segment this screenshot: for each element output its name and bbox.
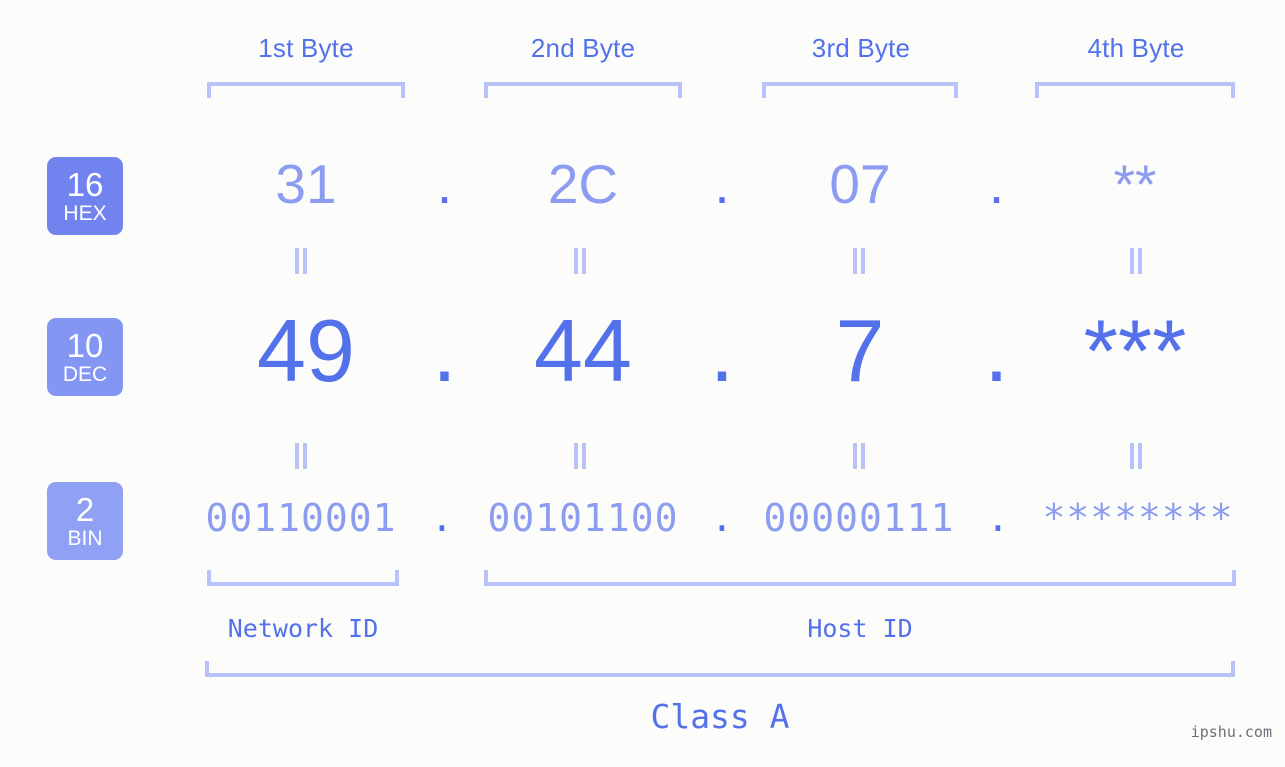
equals-mark-dec-bin-3 [851,443,867,469]
hex-byte-3: 07 [829,153,891,215]
bin-separator-1: . [430,496,454,540]
badge-bin-number: 2 [75,491,95,528]
equals-mark-dec-bin-4 [1128,443,1144,469]
byte-header-4: 4th Byte [1087,33,1185,63]
class-label: Class A [650,697,790,736]
bin-separator-2: . [710,496,734,540]
dec-byte-2: 44 [534,301,632,400]
byte-bracket-top-3 [762,82,958,98]
class-bracket [205,661,1235,677]
hex-byte-4: ** [1113,153,1157,215]
dec-byte-4: *** [1083,301,1187,400]
dec-separator-1: . [432,301,457,400]
equals-mark-dec-bin-2 [572,443,588,469]
hex-separator-3: . [988,153,1005,215]
badge-hex-number: 16 [66,166,104,203]
byte-header-1: 1st Byte [258,33,354,63]
badge-hex: 16 HEX [47,157,123,235]
hex-byte-1: 31 [275,153,337,215]
bin-separator-3: . [986,496,1010,540]
bin-byte-4: ******** [1042,496,1234,540]
hex-separator-1: . [436,153,453,215]
byte-bracket-top-1 [207,82,405,98]
network-id-label: Network ID [227,614,379,643]
host-id-bracket [484,570,1236,586]
equals-mark-hex-dec-1 [293,248,309,274]
dec-byte-1: 49 [257,301,355,400]
badge-bin-base: BIN [67,527,103,550]
equals-mark-dec-bin-1 [293,443,309,469]
ip-address-breakdown-diagram: 1st Byte 2nd Byte 3rd Byte 4th Byte 16 H… [0,0,1285,767]
byte-header-2: 2nd Byte [530,33,636,63]
equals-mark-hex-dec-2 [572,248,588,274]
byte-bracket-top-4 [1035,82,1235,98]
badge-dec-base: DEC [62,363,108,386]
byte-header-3: 3rd Byte [811,33,911,63]
bin-byte-1: 00110001 [205,496,397,540]
badge-dec: 10 DEC [47,318,123,396]
badge-bin: 2 BIN [47,482,123,560]
dec-byte-3: 7 [835,301,885,400]
dec-separator-2: . [709,301,735,400]
network-id-bracket [207,570,399,586]
watermark: ipshu.com [1190,723,1272,741]
equals-mark-hex-dec-4 [1128,248,1144,274]
dec-separator-3: . [984,301,1009,400]
equals-mark-hex-dec-3 [851,248,867,274]
badge-dec-number: 10 [66,327,104,364]
hex-separator-2: . [714,153,730,215]
byte-bracket-top-2 [484,82,682,98]
bin-byte-3: 00000111 [763,496,955,540]
bin-byte-2: 00101100 [487,496,679,540]
badge-hex-base: HEX [63,202,107,225]
host-id-label: Host ID [807,614,913,643]
hex-byte-2: 2C [547,153,619,215]
